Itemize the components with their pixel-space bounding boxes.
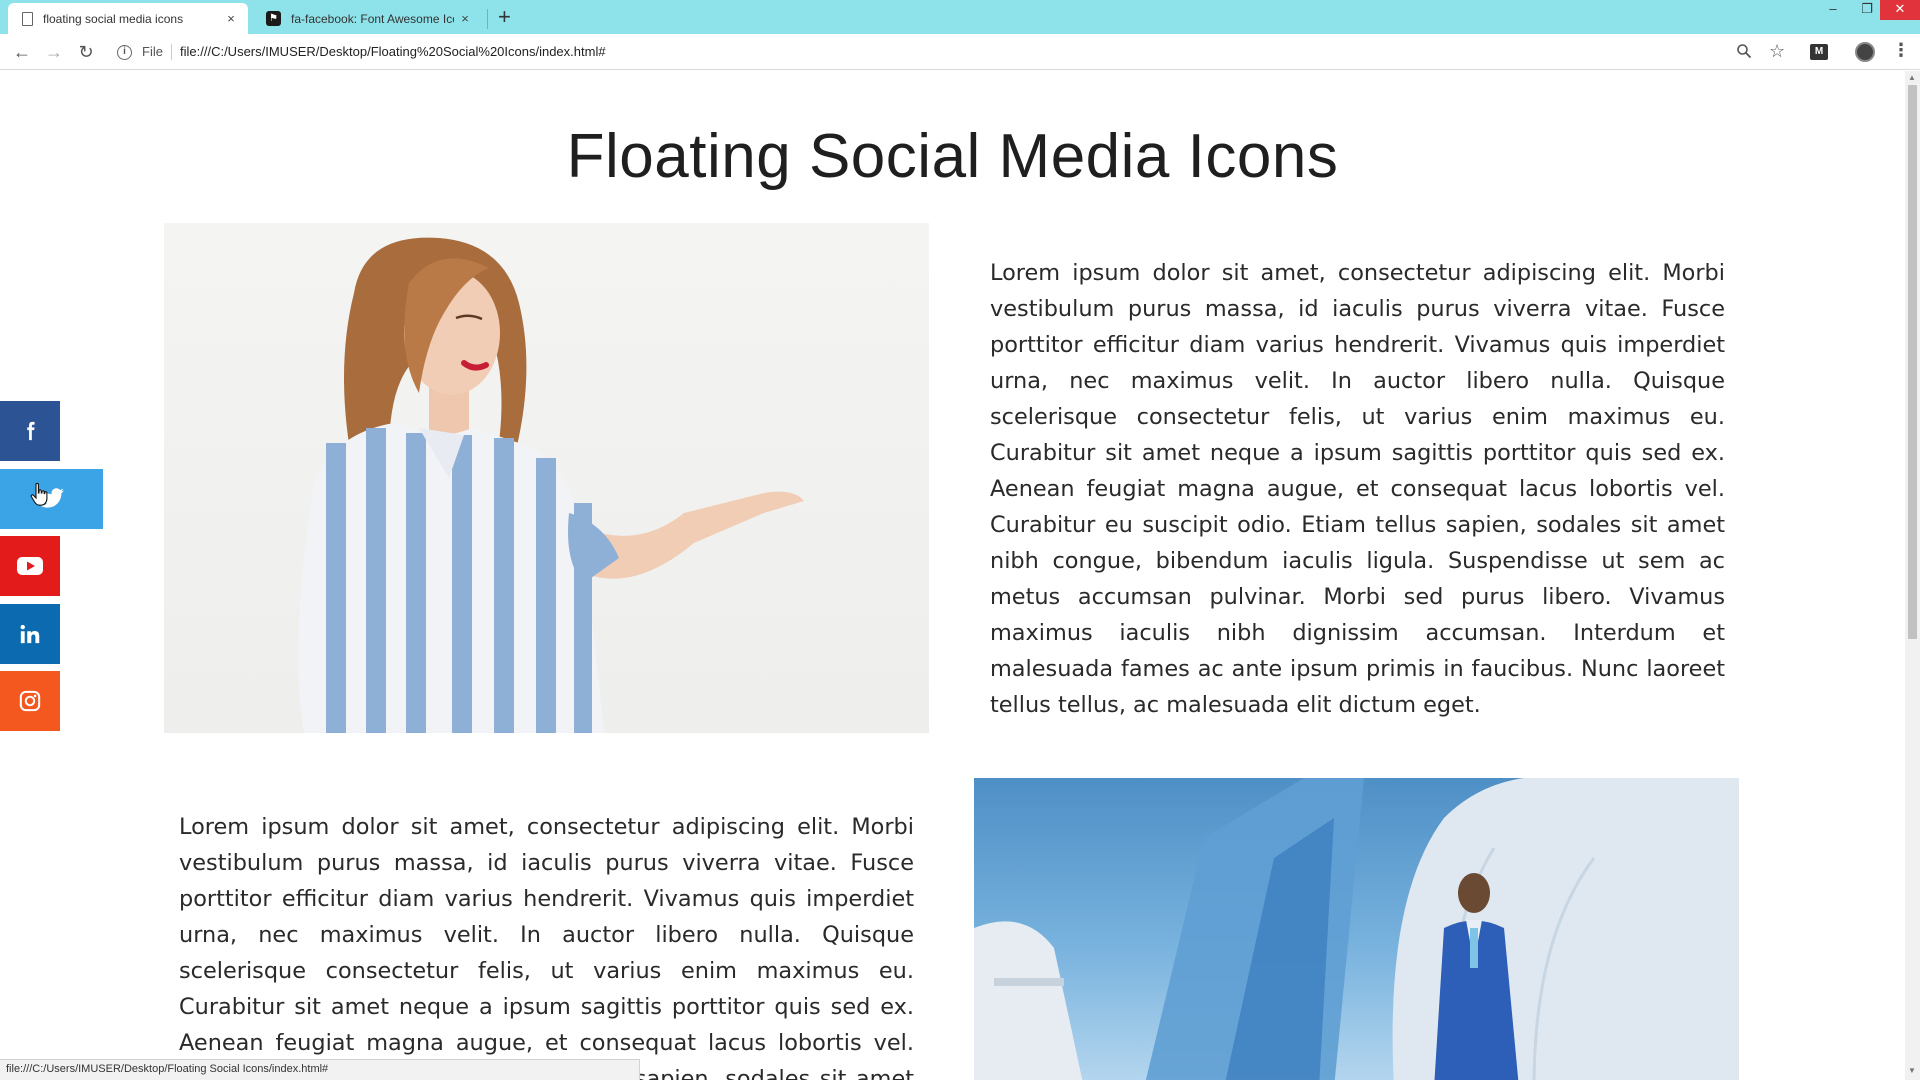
scheme-label: File [142, 44, 163, 59]
vertical-scrollbar[interactable]: ▲ ▼ [1905, 71, 1920, 1080]
minimize-button[interactable]: – [1816, 0, 1850, 20]
page-content: Floating Social Media Icons Lorem ipsum … [0, 71, 1905, 1080]
close-window-button[interactable]: ✕ [1880, 0, 1920, 20]
info-icon[interactable]: i [117, 45, 132, 60]
browser-toolbar: ← → ↻ i File file:///C:/Users/IMUSER/Des… [0, 34, 1920, 70]
url-separator [171, 44, 172, 60]
new-tab-button[interactable]: + [498, 4, 511, 30]
twitter-button[interactable] [0, 469, 103, 529]
address-bar[interactable]: file:///C:/Users/IMUSER/Desktop/Floating… [180, 44, 606, 59]
document-icon [22, 11, 33, 26]
youtube-button[interactable] [0, 536, 60, 596]
woman-photo [164, 223, 929, 733]
paragraph-1: Lorem ipsum dolor sit amet, consectetur … [990, 260, 1725, 718]
linkedin-button[interactable] [0, 604, 60, 664]
page-title: Floating Social Media Icons [566, 122, 1339, 191]
reload-icon[interactable]: ↻ [74, 40, 98, 64]
tab-title: floating social media icons [43, 11, 184, 26]
tab-font-awesome[interactable]: ⚑ fa-facebook: Font Awesome Icon × [252, 3, 482, 34]
scroll-down-arrow-icon[interactable]: ▼ [1908, 1066, 1916, 1075]
paragraph-2: Lorem ipsum dolor sit amet, consectetur … [179, 814, 914, 1080]
scroll-up-arrow-icon[interactable]: ▲ [1908, 73, 1916, 82]
scroll-thumb[interactable] [1908, 85, 1917, 639]
linkedin-icon [20, 624, 40, 644]
font-awesome-flag-icon: ⚑ [266, 11, 281, 26]
tab-close-button[interactable]: × [220, 11, 242, 26]
facebook-button[interactable] [0, 401, 60, 461]
youtube-icon [17, 557, 43, 575]
zoom-icon[interactable] [1736, 43, 1752, 64]
instagram-button[interactable] [0, 671, 60, 731]
tab-close-button[interactable]: × [454, 11, 476, 26]
businessman-photo [974, 778, 1739, 1080]
extension-icon[interactable]: M [1810, 44, 1828, 60]
restore-button[interactable]: ❐ [1850, 0, 1884, 20]
instagram-icon [19, 690, 41, 712]
tab-floating-social-media-icons[interactable]: floating social media icons × [8, 3, 248, 34]
kebab-menu-icon[interactable]: ⋮ [1892, 40, 1910, 61]
facebook-icon [27, 421, 35, 441]
tab-title: fa-facebook: Font Awesome Icon [291, 11, 454, 26]
back-arrow-icon[interactable]: ← [10, 40, 34, 64]
status-bar-url: file:///C:/Users/IMUSER/Desktop/Floating… [0, 1059, 640, 1080]
profile-avatar-icon[interactable] [1855, 42, 1875, 62]
tab-strip: floating social media icons × ⚑ fa-faceb… [0, 0, 1920, 34]
bookmark-star-icon[interactable]: ☆ [1769, 41, 1785, 62]
tab-separator [487, 9, 488, 29]
forward-arrow-icon[interactable]: → [42, 40, 66, 64]
hand-cursor-icon [30, 482, 50, 511]
